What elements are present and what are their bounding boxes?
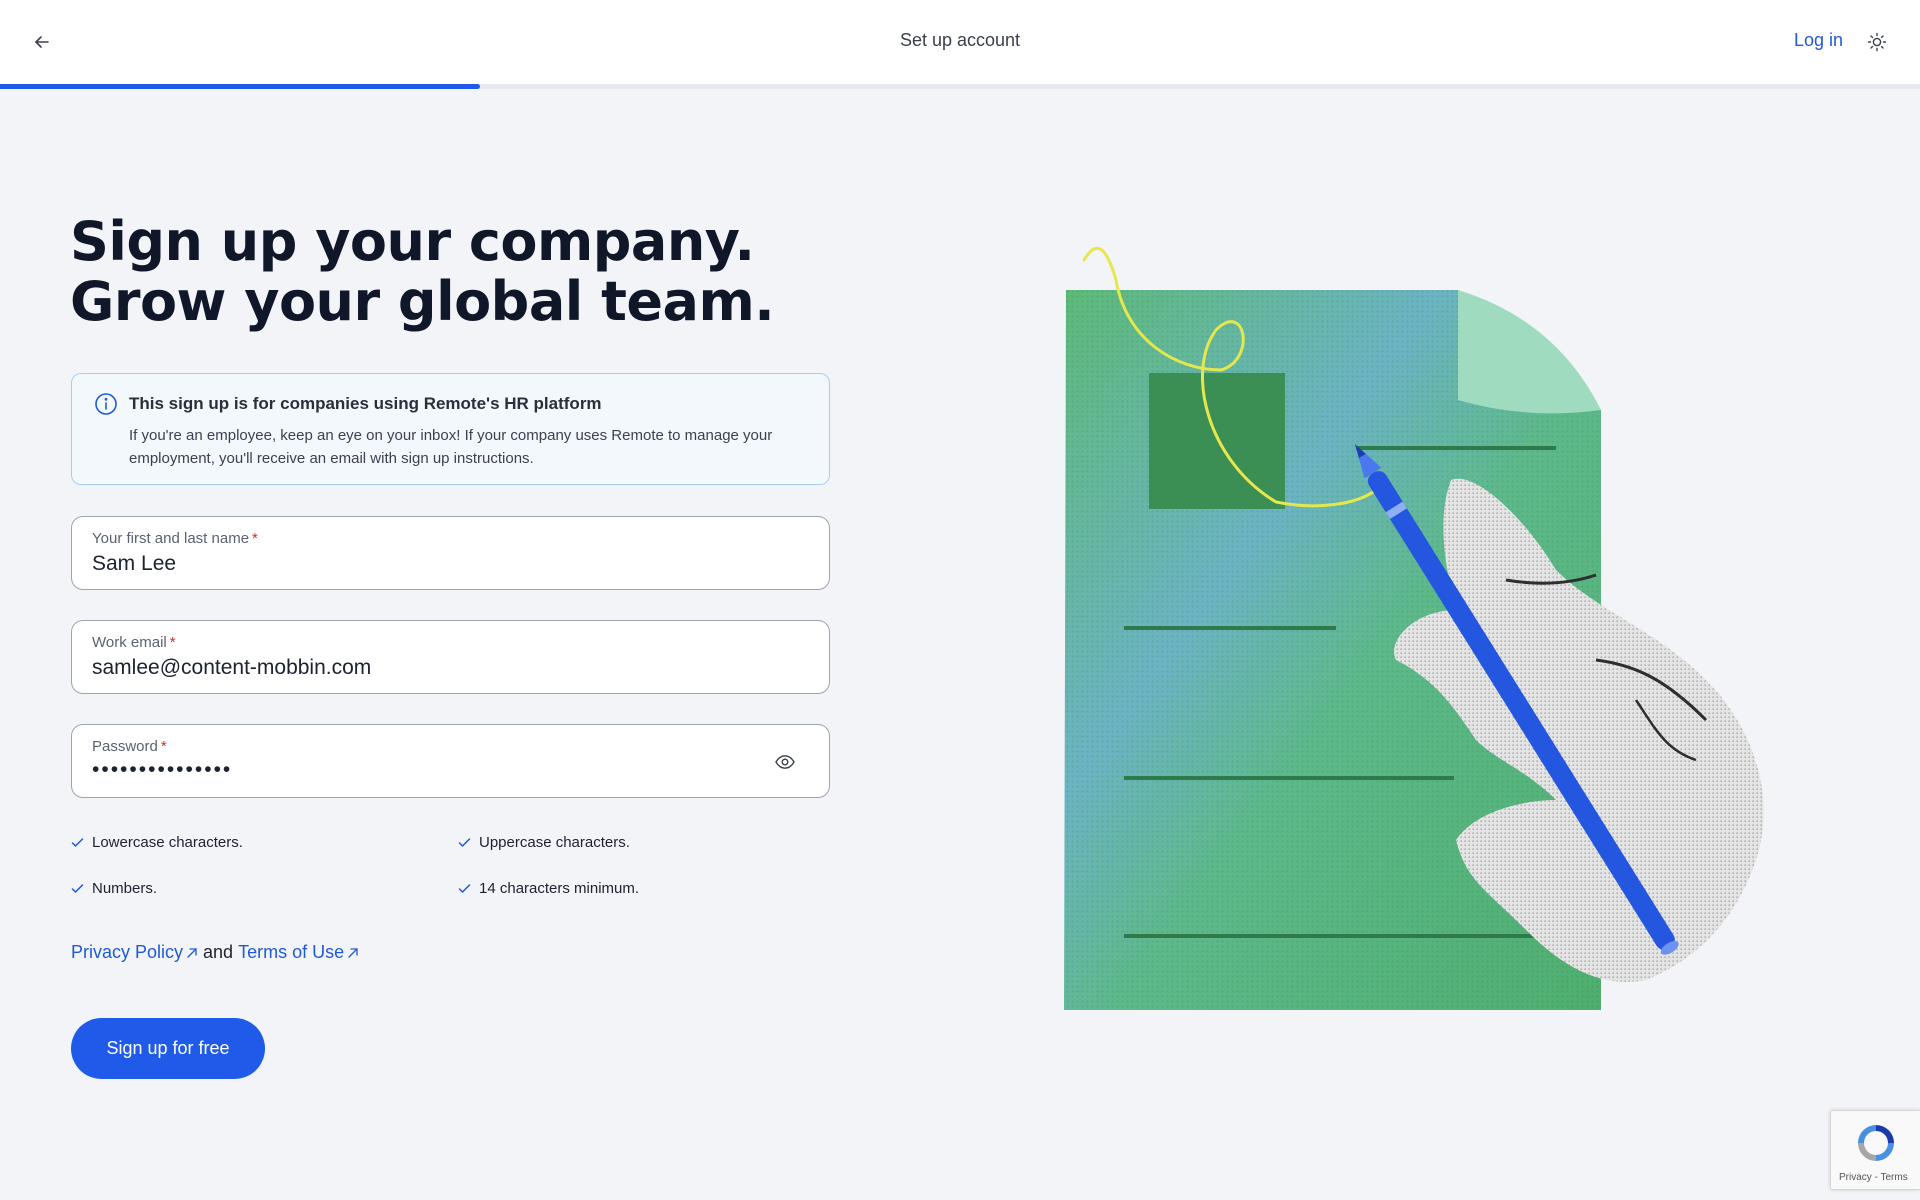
check-icon xyxy=(71,838,84,847)
recaptcha-links[interactable]: Privacy - Terms xyxy=(1839,1172,1908,1183)
theme-toggle-button[interactable] xyxy=(1864,29,1890,55)
recaptcha-badge[interactable]: Privacy - Terms xyxy=(1830,1110,1920,1190)
password-rule-label: Numbers. xyxy=(92,880,158,897)
info-icon xyxy=(95,393,117,415)
email-field-label: Work email * xyxy=(92,634,176,651)
check-icon xyxy=(458,884,471,893)
email-field-value[interactable]: samlee@content-mobbin.com xyxy=(92,656,371,680)
check-icon xyxy=(71,884,84,893)
info-notice-title: This sign up is for companies using Remo… xyxy=(129,394,602,413)
password-rule-lowercase: Lowercase characters. xyxy=(71,834,243,851)
hero-headline: Sign up your company. Grow your global t… xyxy=(70,212,830,332)
info-notice-text: If you're an employee, keep an eye on yo… xyxy=(129,427,773,467)
name-field-value[interactable]: Sam Lee xyxy=(92,552,176,576)
external-link-icon xyxy=(348,947,358,958)
external-link-icon xyxy=(187,947,197,958)
password-field-value[interactable]: ••••••••••••••• xyxy=(92,758,232,782)
eye-icon xyxy=(775,755,795,769)
password-rule-label: 14 characters minimum. xyxy=(479,880,640,897)
check-icon xyxy=(458,838,471,847)
privacy-policy-link[interactable]: Privacy Policy xyxy=(71,942,198,963)
password-field[interactable]: Password * ••••••••••••••• xyxy=(71,724,830,798)
name-field-label: Your first and last name * xyxy=(92,530,258,547)
sign-up-button[interactable]: Sign up for free xyxy=(71,1018,265,1079)
password-rule-numbers: Numbers. xyxy=(71,880,157,897)
password-rule-label: Uppercase characters. xyxy=(479,834,630,851)
email-field[interactable]: Work email * samlee@content-mobbin.com xyxy=(71,620,830,694)
password-rule-length: 14 characters minimum. xyxy=(458,880,639,897)
terms-of-use-link[interactable]: Terms of Use xyxy=(238,942,359,963)
required-mark: * xyxy=(169,634,176,651)
legal-and-text: and xyxy=(203,942,234,962)
progress-bar xyxy=(0,84,1920,89)
required-mark: * xyxy=(160,738,167,755)
recaptcha-icon xyxy=(1858,1125,1894,1161)
progress-bar-fill xyxy=(0,84,480,89)
top-bar: Set up account Log in xyxy=(0,0,1920,84)
password-rule-label: Lowercase characters. xyxy=(92,834,243,851)
hero-line-2: Grow your global team. xyxy=(70,270,775,333)
password-field-label: Password * xyxy=(92,738,167,755)
login-link[interactable]: Log in xyxy=(1794,30,1843,51)
required-mark: * xyxy=(252,530,258,547)
show-password-button[interactable] xyxy=(772,749,798,775)
page-title: Set up account xyxy=(899,30,1021,50)
document-signing-illustration xyxy=(1064,247,1764,1010)
password-rule-uppercase: Uppercase characters. xyxy=(458,834,630,851)
legal-links: Privacy Policy and Terms of Use xyxy=(71,942,359,963)
sun-icon xyxy=(1867,32,1887,52)
hero-line-1: Sign up your company. xyxy=(70,210,755,273)
info-notice: This sign up is for companies using Remo… xyxy=(71,373,830,485)
name-field[interactable]: Your first and last name * Sam Lee xyxy=(71,516,830,590)
